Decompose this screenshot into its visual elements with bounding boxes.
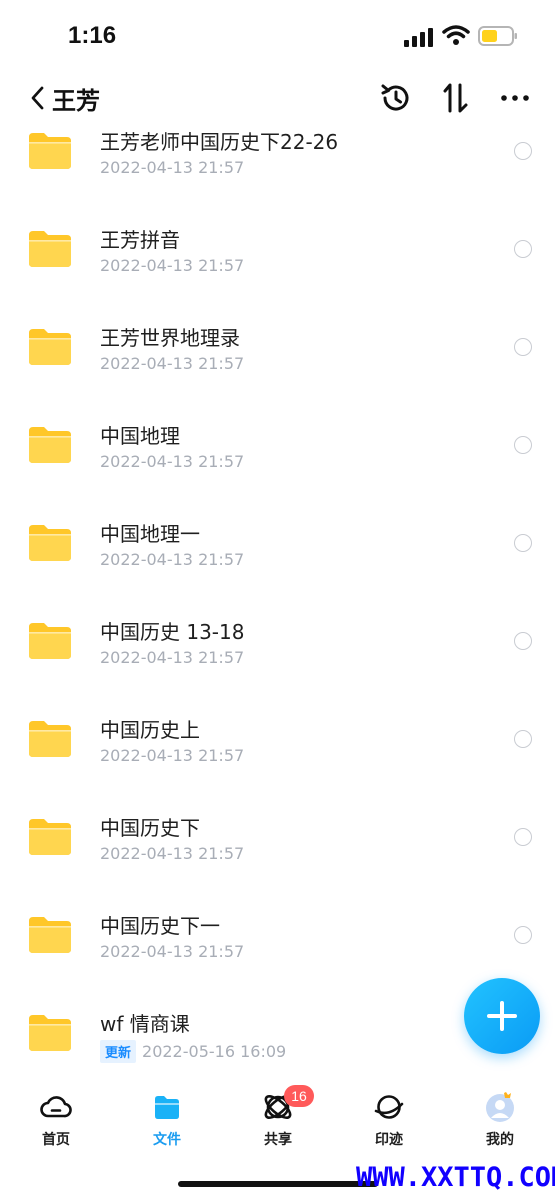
file-date: 2022-04-13 21:57 [100,746,245,765]
list-item[interactable]: 王芳老师中国历史下22-26 2022-04-13 21:57 [0,120,555,218]
sort-button[interactable] [436,78,476,118]
file-meta: 2022-04-13 21:57 [100,256,244,275]
file-name: 中国地理一 [100,522,200,546]
tab-label: 我的 [486,1132,514,1148]
file-meta: 更新 2022-05-16 16:09 [100,1040,286,1063]
file-meta: 2022-04-13 21:57 [100,550,244,569]
select-checkbox[interactable] [514,730,532,748]
file-name: 王芳世界地理录 [100,326,240,350]
tab-label: 文件 [153,1132,181,1148]
folder-icon [29,427,71,463]
cellular-signal-icon [404,28,433,47]
list-item[interactable]: 中国历史下 2022-04-13 21:57 [0,806,555,904]
tab-label: 首页 [42,1132,70,1148]
folder-icon [29,1015,71,1051]
select-checkbox[interactable] [514,338,532,356]
status-time: 1:16 [68,22,117,49]
chevron-left-icon [31,86,44,110]
file-name: 中国地理 [100,424,180,448]
update-badge: 更新 [100,1040,137,1063]
file-date: 2022-04-13 21:57 [100,256,245,275]
select-checkbox[interactable] [514,142,532,160]
select-checkbox[interactable] [514,436,532,454]
file-name: 中国历史上 [100,718,200,742]
sort-icon [443,83,468,113]
select-checkbox[interactable] [514,828,532,846]
folder-icon [29,231,71,267]
tab-home[interactable]: 首页 [6,1087,106,1157]
folder-icon [29,917,71,953]
history-icon [381,84,409,111]
tab-files[interactable]: 文件 [117,1087,217,1157]
select-checkbox[interactable] [514,926,532,944]
folder-icon [155,1096,179,1119]
file-date: 2022-04-13 21:57 [100,648,245,667]
watermark: WWW.XXTTQ.COM [356,1162,555,1193]
planet-icon [374,1095,404,1119]
tab-share[interactable]: 16 共享 [228,1085,328,1157]
file-name: 王芳老师中国历史下22-26 [100,130,339,154]
file-meta: 2022-04-13 21:57 [100,844,244,863]
file-date: 2022-04-13 21:57 [100,452,245,471]
file-meta: 2022-04-13 21:57 [100,354,244,373]
tab-bar: 首页 文件 16 共享 印迹 我的 [0,1075,555,1165]
file-name: 王芳拼音 [100,228,180,252]
folder-icon [29,525,71,561]
tab-label: 共享 [264,1132,292,1148]
file-date: 2022-04-13 21:57 [100,158,245,177]
list-item[interactable]: 中国地理 2022-04-13 21:57 [0,414,555,512]
file-name: 中国历史下一 [100,914,220,938]
file-meta: 2022-04-13 21:57 [100,648,244,667]
more-icon [501,95,529,101]
home-indicator [178,1181,378,1187]
avatar-icon [486,1092,514,1122]
status-bar: 1:16 [0,0,555,70]
folder-icon [29,133,71,169]
file-date: 2022-04-13 21:57 [100,844,245,863]
file-name: 中国历史下 [100,816,200,840]
list-item[interactable]: 中国地理一 2022-04-13 21:57 [0,512,555,610]
back-button[interactable]: 王芳 [28,76,108,120]
file-meta: 2022-04-13 21:57 [100,746,244,765]
file-meta: 2022-04-13 21:57 [100,158,244,177]
folder-icon [29,721,71,757]
select-checkbox[interactable] [514,632,532,650]
file-date: 2022-04-13 21:57 [100,354,245,373]
file-meta: 2022-04-13 21:57 [100,942,244,961]
tab-footprint[interactable]: 印迹 [339,1087,439,1157]
battery-icon [478,26,517,46]
file-date: 2022-04-13 21:57 [100,942,245,961]
select-checkbox[interactable] [514,534,532,552]
list-item[interactable]: 中国历史下一 2022-04-13 21:57 [0,904,555,1002]
folder-icon [29,819,71,855]
tab-profile[interactable]: 我的 [450,1087,550,1157]
list-item[interactable]: 王芳世界地理录 2022-04-13 21:57 [0,316,555,414]
nav-bar: 王芳 [0,70,555,125]
list-item[interactable]: 王芳拼音 2022-04-13 21:57 [0,218,555,316]
select-checkbox[interactable] [514,240,532,258]
tab-label: 印迹 [375,1132,403,1148]
file-name: 中国历史 13-18 [100,620,245,644]
wifi-icon [442,25,470,45]
plus-icon [487,1001,517,1031]
list-item[interactable]: 中国历史上 2022-04-13 21:57 [0,708,555,806]
file-date: 2022-04-13 21:57 [100,550,245,569]
folder-icon [29,329,71,365]
file-date: 2022-05-16 16:09 [142,1042,287,1061]
list-item[interactable]: 中国历史 13-18 2022-04-13 21:57 [0,610,555,708]
cloud-icon [40,1096,72,1118]
page-title: 王芳 [52,86,100,115]
more-button[interactable] [495,78,535,118]
add-button[interactable] [464,978,540,1054]
file-list: 王芳老师中国历史下22-26 2022-04-13 21:57 王芳拼音 202… [0,118,555,1070]
file-meta: 2022-04-13 21:57 [100,452,244,471]
history-button[interactable] [376,78,416,118]
notification-badge: 16 [284,1085,314,1107]
file-name: wf 情商课 [100,1012,190,1036]
folder-icon [29,623,71,659]
